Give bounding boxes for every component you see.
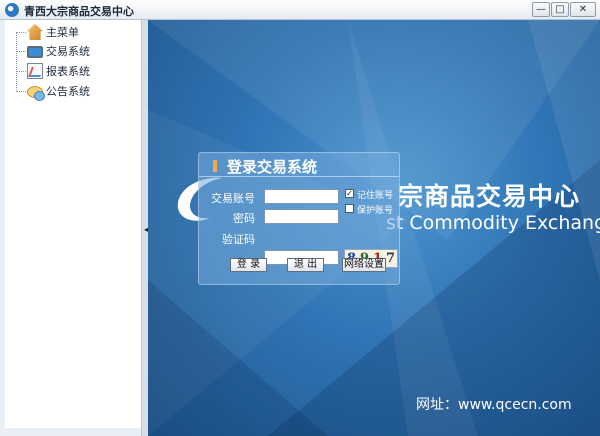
tree-branch-line (16, 31, 26, 33)
sidebar-item-main-menu[interactable]: 主菜单 (16, 22, 79, 42)
window-title: 青西大宗商品交易中心 (24, 5, 134, 18)
main-panel: 宗商品交易中心 st Commodity Exchange 网址：www.qce… (148, 20, 600, 436)
password-label: 密码 (233, 212, 255, 225)
sidebar-item-announcements[interactable]: 公告系统 (16, 81, 90, 101)
title-bar: 青西大宗商品交易中心 — □ ✕ (0, 0, 600, 20)
login-header: 登录交易系统 (199, 153, 399, 177)
sidebar-item-label: 报表系统 (46, 65, 90, 78)
tree-branch-line (16, 50, 26, 52)
monitor-icon (27, 46, 43, 58)
remember-account-label: 记住账号 (357, 191, 394, 201)
captcha-label: 验证码 (222, 233, 255, 246)
sidebar-item-reports[interactable]: 报表系统 (16, 61, 90, 81)
sidebar-item-trading[interactable]: 交易系统 (16, 41, 90, 61)
protect-account-checkbox[interactable] (345, 204, 354, 213)
sidebar-item-label: 交易系统 (46, 45, 90, 58)
login-button[interactable]: 登 录 (230, 258, 267, 272)
password-input[interactable] (264, 209, 339, 224)
network-settings-button[interactable]: 网络设置 (342, 258, 386, 272)
website-url: 网址：www.qcecn.com (416, 397, 572, 413)
captcha-digit: 7 (385, 251, 396, 266)
login-title: 登录交易系统 (227, 158, 318, 176)
check-mark-icon: ✓ (346, 189, 353, 198)
exchange-name-en: st Commodity Exchange (386, 212, 600, 234)
chart-icon (27, 63, 43, 79)
remember-account-checkbox[interactable]: ✓ (345, 189, 354, 198)
title-accent-bar (213, 160, 217, 172)
home-icon (27, 24, 43, 40)
tree-branch-line (16, 90, 26, 92)
minimize-button[interactable]: — (532, 2, 550, 17)
protect-account-label: 保护账号 (357, 206, 394, 216)
sidebar-item-label: 主菜单 (46, 26, 79, 39)
maximize-button[interactable]: □ (551, 2, 569, 17)
tree-branch-line (16, 70, 26, 72)
window-controls: — □ ✕ (532, 2, 596, 17)
close-button[interactable]: ✕ (570, 2, 596, 17)
menu-tree: 主菜单 交易系统 报表系统 公告系统 (5, 20, 141, 428)
account-input[interactable] (264, 189, 339, 204)
sidebar-item-label: 公告系统 (46, 85, 90, 98)
exchange-name-cn: 宗商品交易中心 (398, 182, 581, 211)
chat-bubble-icon (27, 86, 45, 101)
account-label: 交易账号 (211, 192, 255, 205)
sidebar: 主菜单 交易系统 报表系统 公告系统 (0, 20, 148, 436)
exit-button[interactable]: 退 出 (287, 258, 324, 272)
app-logo-icon (5, 3, 19, 17)
